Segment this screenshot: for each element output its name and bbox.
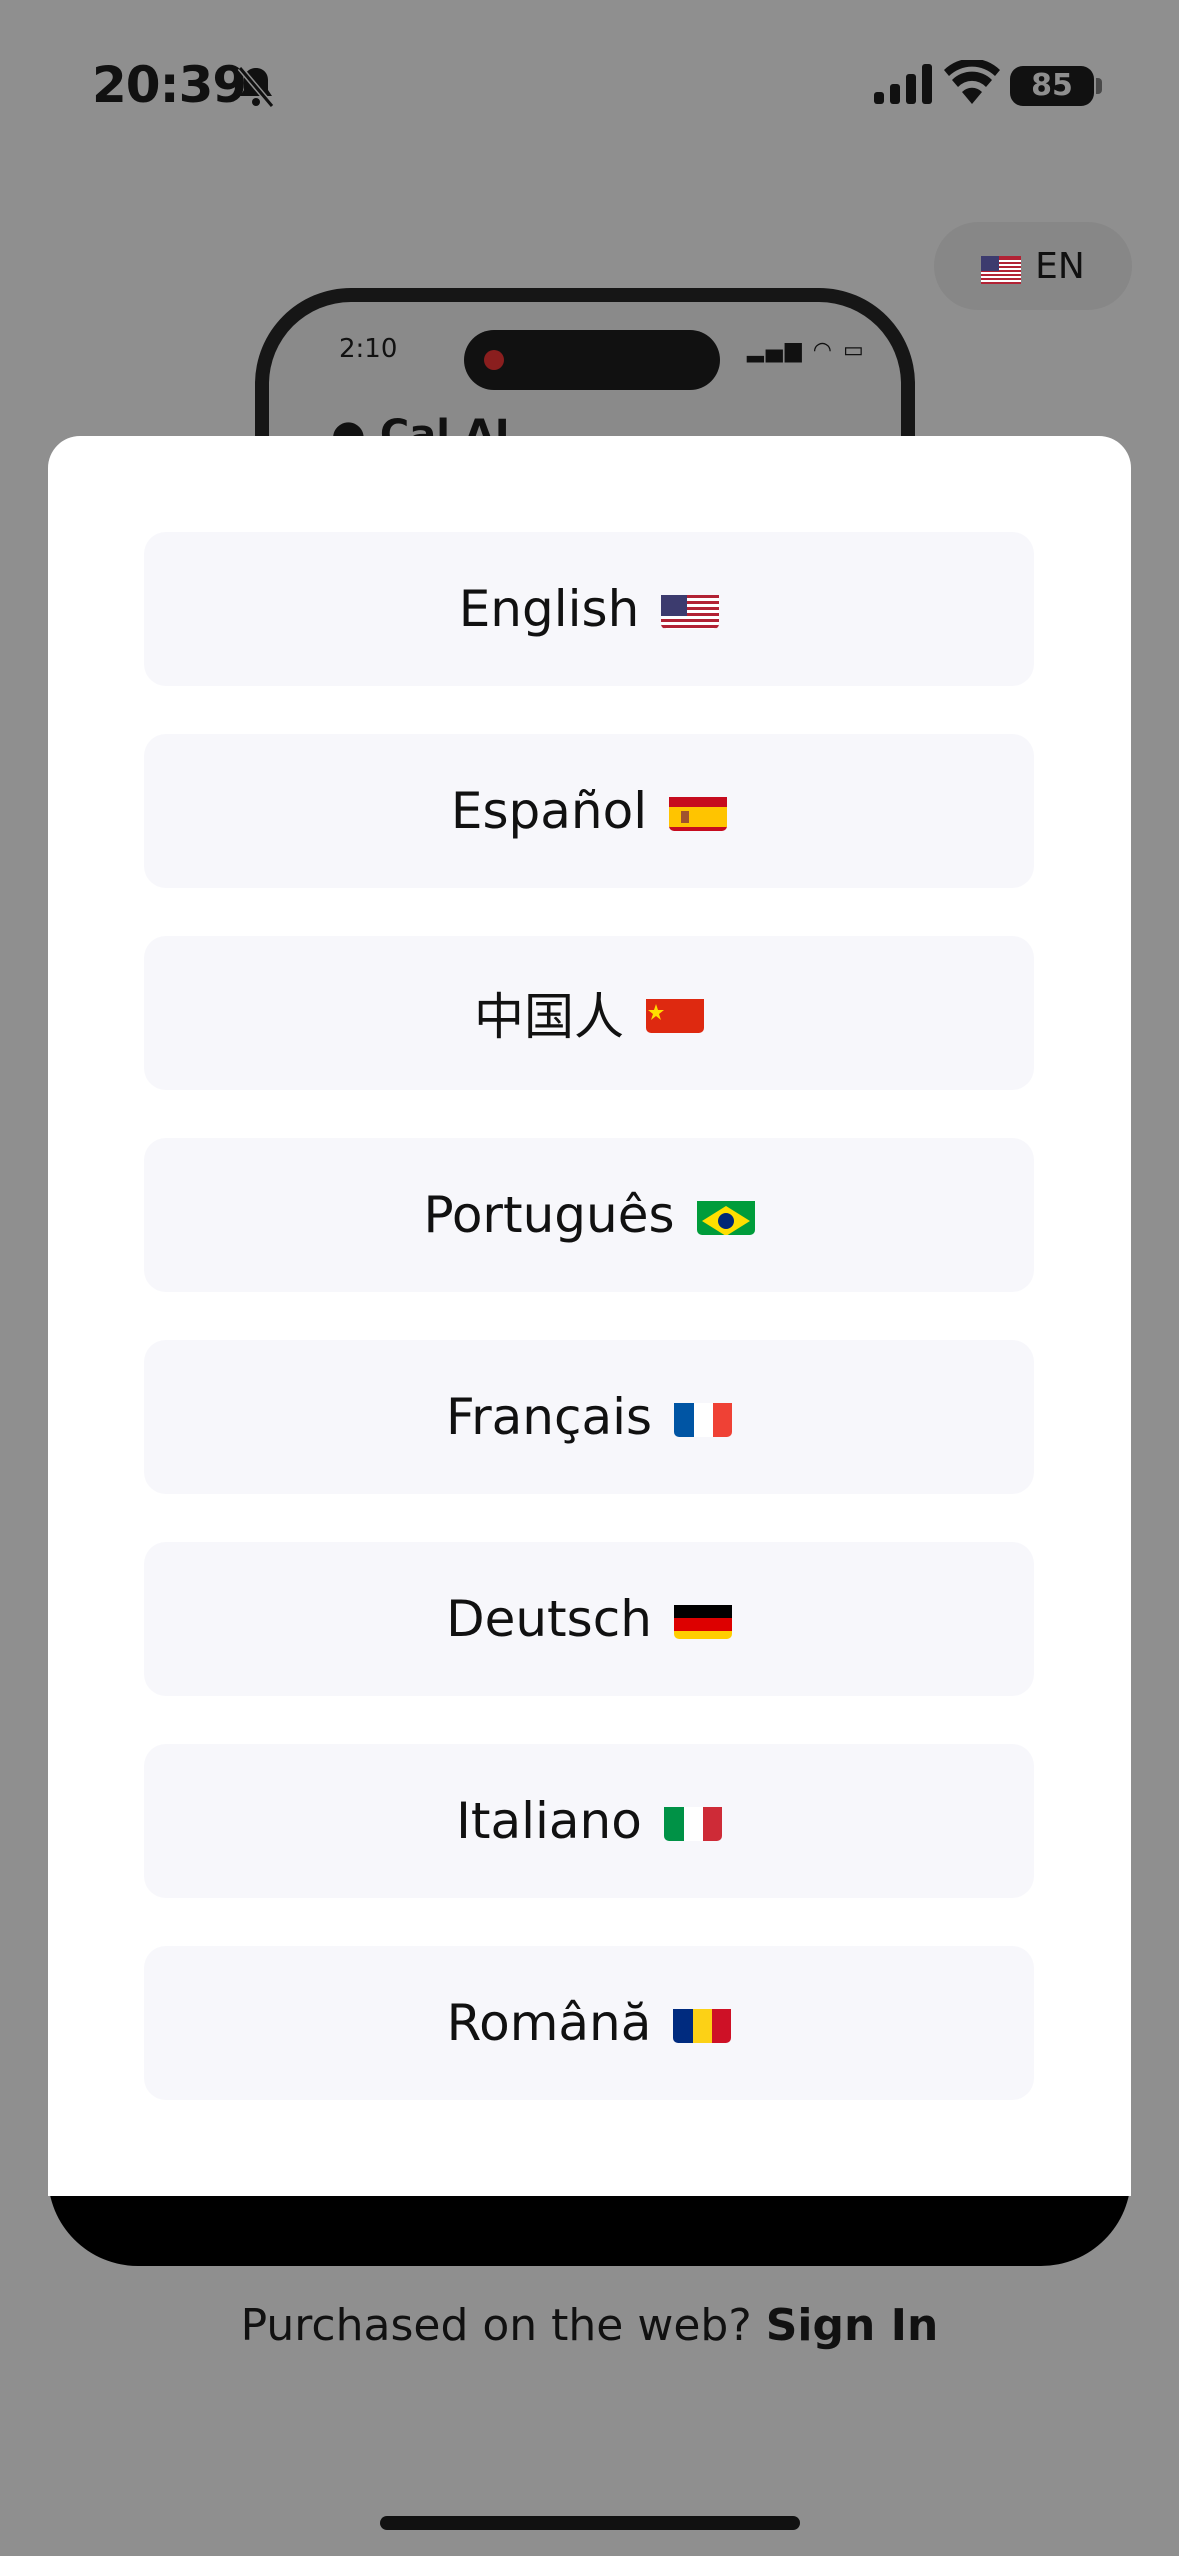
language-option-label: 中国人 (474, 988, 624, 1046)
status-bar: 20:39 85 (0, 0, 1179, 180)
language-option-label: Português (423, 1186, 675, 1244)
language-option-label: Español (450, 782, 648, 840)
language-selector-chip[interactable]: EN (934, 222, 1132, 310)
language-option-es[interactable]: Español (144, 734, 1034, 888)
home-indicator[interactable] (380, 2516, 800, 2530)
footer-prompt: Purchased on the web? (240, 2300, 752, 2351)
bell-slash-icon (237, 66, 275, 108)
language-option-label: Română (446, 1994, 652, 2052)
preview-time: 2:10 (339, 334, 398, 364)
language-option-cn[interactable]: 中国人 (144, 936, 1034, 1090)
us-flag-icon (981, 252, 1022, 284)
us-flag-icon (661, 589, 720, 629)
status-time: 20:39 (92, 56, 247, 114)
language-sheet: English Español 中国人 Português Français Deutsc… (48, 436, 1131, 2196)
language-option-ro[interactable]: Română (144, 1946, 1034, 2100)
dynamic-island (464, 330, 720, 390)
preview-status-icons: ▂▄▆ ◠ ▭ (747, 338, 866, 363)
language-list: English Español 中国人 Português Français Deutsc… (144, 532, 1034, 2148)
cellular-signal-icon (874, 64, 932, 104)
de-flag-icon (673, 1599, 732, 1639)
language-option-label: Français (445, 1388, 653, 1446)
language-option-it[interactable]: Italiano (144, 1744, 1034, 1898)
it-flag-icon (663, 1801, 722, 1841)
wifi-icon (944, 60, 1000, 104)
ro-flag-icon (673, 2003, 732, 2043)
language-option-label: Deutsch (446, 1590, 652, 1648)
camera-dot (484, 350, 504, 370)
battery-cap (1096, 78, 1102, 94)
br-flag-icon (696, 1195, 755, 1235)
language-chip-label: EN (1035, 245, 1085, 287)
fr-flag-icon (674, 1397, 733, 1437)
footer-signin: Purchased on the web? Sign In (0, 2300, 1179, 2351)
language-option-br[interactable]: Português (144, 1138, 1034, 1292)
language-option-label: English (458, 580, 640, 638)
sign-in-link[interactable]: Sign In (766, 2300, 939, 2351)
language-option-us[interactable]: English (144, 532, 1034, 686)
language-option-de[interactable]: Deutsch (144, 1542, 1034, 1696)
language-option-label: Italiano (456, 1792, 642, 1850)
language-option-fr[interactable]: Français (144, 1340, 1034, 1494)
battery-indicator: 85 (1010, 66, 1094, 106)
es-flag-icon (669, 791, 728, 831)
cn-flag-icon (646, 993, 704, 1033)
